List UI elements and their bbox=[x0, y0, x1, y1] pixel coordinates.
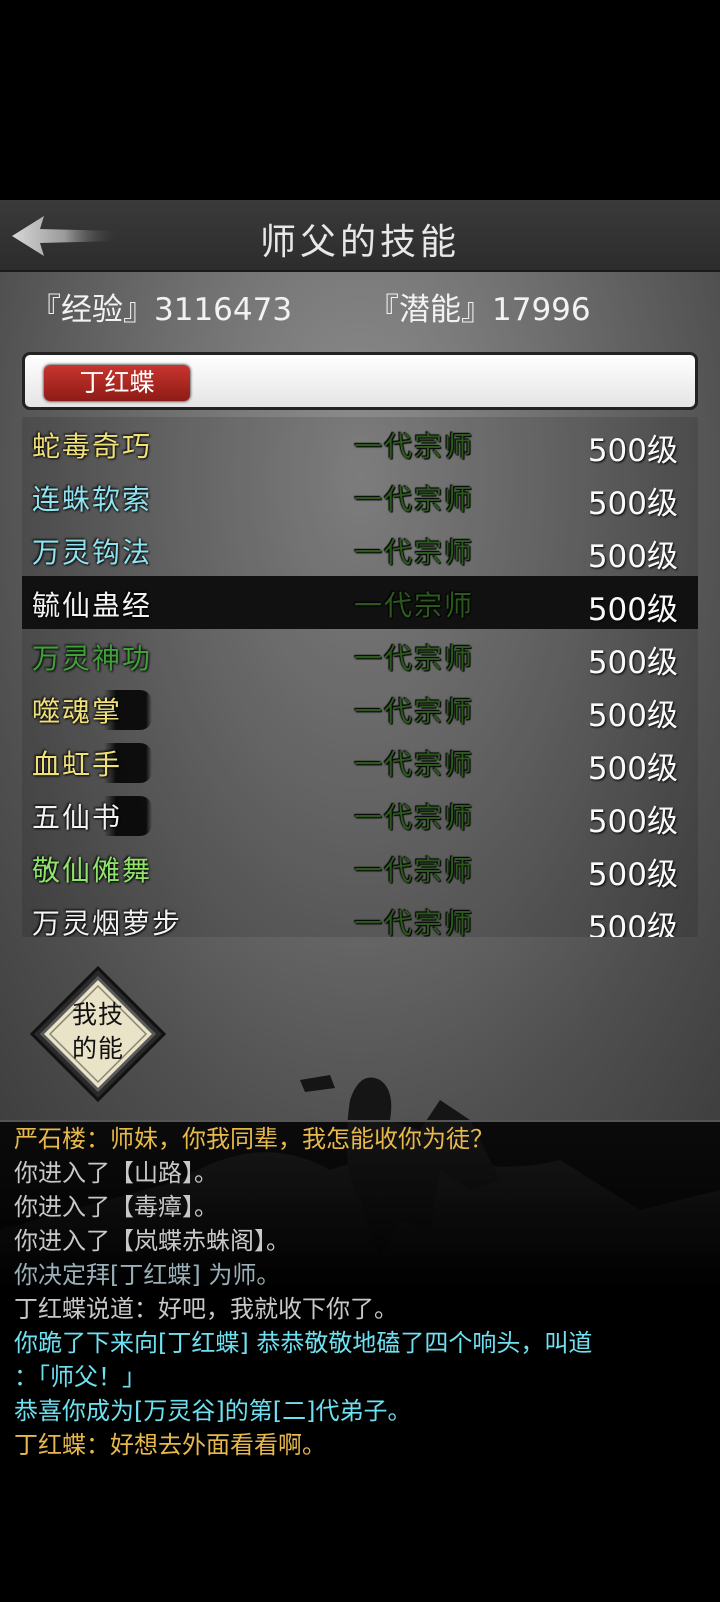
log-line: 丁红蝶说道：好吧，我就收下你了。 bbox=[14, 1295, 398, 1323]
skill-row[interactable]: 敬仙傩舞 一代宗师 500级 bbox=[22, 841, 698, 894]
skill-name: 噬魂掌 bbox=[32, 690, 153, 730]
skill-level: 500级 bbox=[587, 698, 678, 734]
log-line: 严石楼：师妹，你我同辈，我怎能收你为徒？ bbox=[14, 1125, 494, 1153]
skill-rank: 一代宗师 bbox=[354, 801, 475, 834]
skill-level: 500级 bbox=[587, 751, 678, 787]
skill-level: 500级 bbox=[587, 645, 678, 681]
skill-rank: 一代宗师 bbox=[354, 536, 475, 569]
log-line: 丁红蝶：好想去外面看看啊。 bbox=[14, 1431, 326, 1459]
skill-row[interactable]: 噬魂掌 一代宗师 500级 bbox=[22, 682, 698, 735]
skill-row[interactable]: 血虹手 一代宗师 500级 bbox=[22, 735, 698, 788]
skill-rank: 一代宗师 bbox=[354, 589, 475, 622]
skill-row[interactable]: 万灵钩法 一代宗师 500级 bbox=[22, 523, 698, 576]
log-line: 你进入了【山路】。 bbox=[14, 1159, 218, 1187]
log-line: 你跪了下来向[丁红蝶] 恭恭敬敬地磕了四个响头，叫道 bbox=[14, 1329, 593, 1357]
skill-level: 500级 bbox=[587, 857, 678, 893]
skill-rank: 一代宗师 bbox=[354, 854, 475, 887]
skill-rank: 一代宗师 bbox=[354, 907, 475, 937]
skill-row[interactable]: 蛇毒奇巧 一代宗师 500级 bbox=[22, 417, 698, 470]
skill-row[interactable]: 万灵神功 一代宗师 500级 bbox=[22, 629, 698, 682]
skill-rank: 一代宗师 bbox=[354, 748, 475, 781]
skill-level: 500级 bbox=[587, 539, 678, 575]
skill-level: 500级 bbox=[587, 486, 678, 522]
skill-name: 连蛛软索 bbox=[32, 483, 153, 516]
master-name-tag[interactable]: 丁红蝶 bbox=[44, 365, 190, 401]
skill-level: 500级 bbox=[587, 910, 678, 937]
exp-stat: 『经验』3116473 bbox=[30, 292, 293, 328]
skill-list[interactable]: 蛇毒奇巧 一代宗师 500级 连蛛软索 一代宗师 500级 万灵钩法 一代宗师 … bbox=[22, 417, 698, 937]
skill-name: 万灵烟萝步 bbox=[32, 907, 183, 937]
skill-row[interactable]: 五仙书 一代宗师 500级 bbox=[22, 788, 698, 841]
page-title: 师父的技能 bbox=[259, 222, 460, 263]
skill-row-selected[interactable]: 毓仙蛊经 一代宗师 500级 bbox=[22, 576, 698, 629]
skill-row[interactable]: 万灵烟萝步 一代宗师 500级 bbox=[22, 894, 698, 937]
skill-name: 敬仙傩舞 bbox=[32, 854, 153, 887]
skill-row[interactable]: 连蛛软索 一代宗师 500级 bbox=[22, 470, 698, 523]
log-line: 你决定拜[丁红蝶] 为师。 bbox=[14, 1261, 281, 1289]
skill-level: 500级 bbox=[587, 433, 678, 469]
skill-rank: 一代宗师 bbox=[354, 695, 475, 728]
log-line: ：「师父！」 bbox=[14, 1363, 146, 1391]
skill-name: 血虹手 bbox=[32, 743, 153, 783]
skill-level: 500级 bbox=[587, 592, 678, 628]
log-line: 恭喜你成为[万灵谷]的第[二]代弟子。 bbox=[14, 1397, 412, 1425]
log-line: 你进入了【岚蝶赤蛛阁】。 bbox=[14, 1227, 290, 1255]
status-bar-area bbox=[0, 0, 720, 200]
skill-rank: 一代宗师 bbox=[354, 483, 475, 516]
log-line: 你进入了【毒瘴】。 bbox=[14, 1193, 218, 1221]
skill-name: 五仙书 bbox=[32, 796, 153, 836]
skill-rank: 一代宗师 bbox=[354, 642, 475, 675]
skill-level: 500级 bbox=[587, 804, 678, 840]
skill-name: 蛇毒奇巧 bbox=[32, 430, 153, 463]
skill-name: 毓仙蛊经 bbox=[32, 589, 153, 622]
my-skills-label: 我技 的能 bbox=[71, 1000, 124, 1063]
skill-name: 万灵神功 bbox=[32, 642, 153, 675]
potential-stat: 『潜能』17996 bbox=[368, 292, 591, 328]
message-log: 严石楼：师妹，你我同辈，我怎能收你为徒？ 你进入了【山路】。 你进入了【毒瘴】。… bbox=[0, 1120, 720, 1602]
skill-rank: 一代宗师 bbox=[354, 430, 475, 463]
skill-name: 万灵钩法 bbox=[32, 536, 153, 569]
